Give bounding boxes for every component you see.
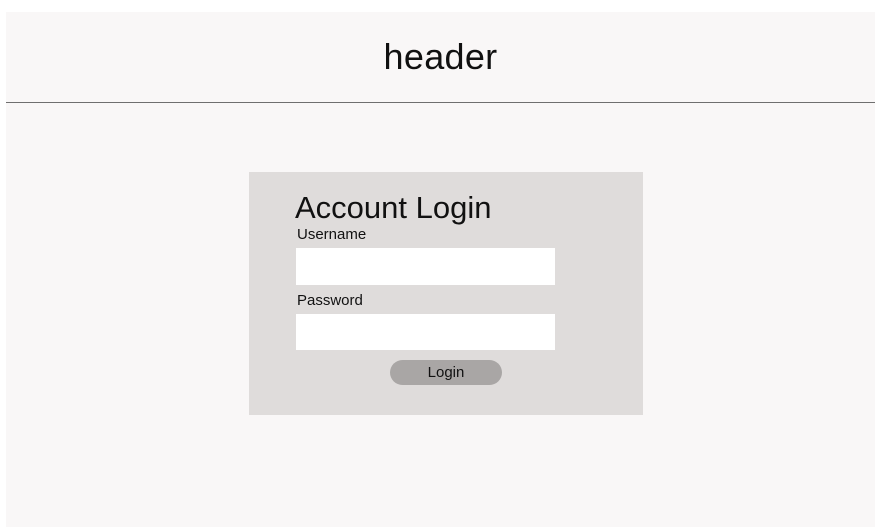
username-label: Username [297, 226, 367, 243]
header-title: header [383, 36, 498, 77]
page: header Account Login Username Password L… [6, 12, 875, 527]
header-bar: header [6, 12, 875, 103]
login-card: Account Login Username Password Login [249, 172, 643, 415]
login-title: Account Login [295, 190, 492, 225]
username-input[interactable] [296, 248, 555, 285]
password-input[interactable] [296, 314, 555, 350]
login-button[interactable]: Login [390, 360, 502, 385]
password-label: Password [297, 292, 363, 309]
